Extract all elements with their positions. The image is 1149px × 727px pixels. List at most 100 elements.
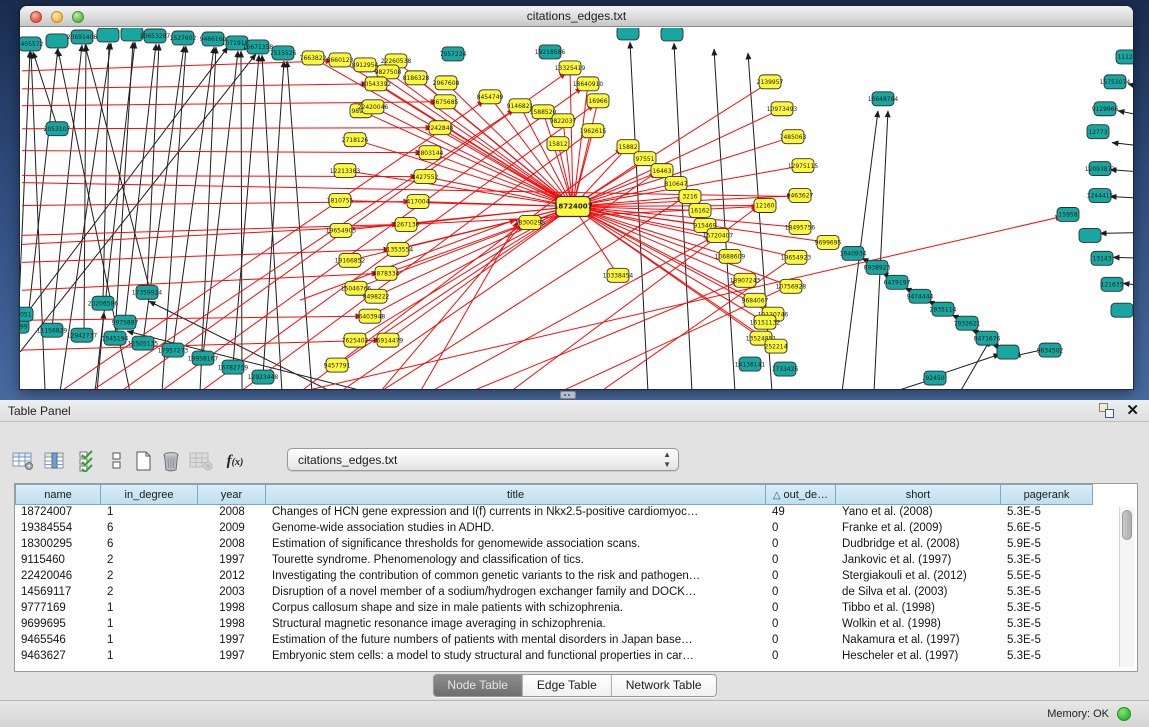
column-header-pagerank[interactable]: pagerank bbox=[1001, 484, 1093, 505]
tab-network-table[interactable]: Network Table bbox=[612, 675, 716, 696]
select-all-rows-icon[interactable] bbox=[74, 448, 100, 474]
graph-node[interactable]: 9822037 bbox=[550, 114, 577, 128]
column-header-out_degree[interactable]: △out_de… bbox=[766, 484, 836, 505]
graph-node[interactable]: 7932621 bbox=[954, 316, 981, 330]
graph-node[interactable]: 97551 bbox=[634, 152, 656, 166]
cell-title[interactable]: Genome-wide association studies in ADHD. bbox=[266, 521, 766, 537]
graph-node[interactable]: 2803144 bbox=[417, 146, 444, 160]
cell-name[interactable]: 22420046 bbox=[15, 569, 101, 585]
graph-node[interactable]: 20691406 bbox=[67, 30, 98, 44]
table-row[interactable]: 2242004622012Investigating the contribut… bbox=[15, 569, 1137, 585]
cell-short[interactable]: Hescheler et al. (1997) bbox=[836, 649, 1001, 665]
graph-node[interactable]: 1962615 bbox=[580, 124, 607, 138]
graph-node[interactable]: 417004 bbox=[407, 195, 430, 209]
graph-node[interactable]: 20206586 bbox=[88, 296, 119, 310]
tab-edge-table[interactable]: Edge Table bbox=[523, 675, 612, 696]
graph-node[interactable]: 10973493 bbox=[767, 102, 798, 116]
graph-node[interactable]: 3267130 bbox=[393, 217, 420, 231]
cell-pagerank[interactable]: 5.9E-5 bbox=[1001, 537, 1093, 553]
column-header-in_degree[interactable]: in_degree bbox=[101, 484, 198, 505]
cell-title[interactable]: Investigating the contribution of common… bbox=[266, 569, 766, 585]
graph-node[interactable]: 15812 bbox=[547, 137, 569, 151]
cell-out_degree[interactable]: 0 bbox=[766, 537, 836, 553]
panel-divider-handle[interactable] bbox=[560, 391, 576, 399]
graph-node[interactable]: 11123 bbox=[1116, 50, 1133, 64]
graph-node[interactable]: 7625402 bbox=[342, 333, 369, 347]
graph-node[interactable]: 9975887 bbox=[112, 315, 139, 329]
graph-node[interactable]: 7663822 bbox=[300, 51, 327, 65]
graph-node[interactable]: 2053107 bbox=[44, 122, 71, 136]
graph-node[interactable]: 16403948 bbox=[355, 309, 386, 323]
graph-node[interactable]: 121635 bbox=[1101, 277, 1124, 291]
graph-node[interactable] bbox=[661, 28, 683, 41]
graph-node[interactable]: 12923448 bbox=[248, 370, 279, 384]
cell-out_degree[interactable]: 49 bbox=[766, 505, 836, 521]
float-panel-icon[interactable] bbox=[1099, 403, 1114, 418]
graph-node[interactable]: 22420046 bbox=[358, 100, 389, 114]
graph-node[interactable]: 8498222 bbox=[363, 289, 390, 303]
graph-node[interactable]: 19654923 bbox=[781, 250, 812, 264]
cell-year[interactable]: 2008 bbox=[198, 505, 266, 521]
graph-node[interactable]: 13325419 bbox=[555, 61, 586, 75]
cell-year[interactable]: 1997 bbox=[198, 649, 266, 665]
cell-name[interactable]: 9777169 bbox=[15, 601, 101, 617]
cell-title[interactable]: Estimation of significance thresholds fo… bbox=[266, 537, 766, 553]
graph-node[interactable]: 12093872 bbox=[1085, 162, 1116, 176]
cell-short[interactable]: Jankovic et al. (1997) bbox=[836, 553, 1001, 569]
graph-node[interactable]: 16914479 bbox=[373, 333, 404, 347]
graph-node[interactable]: 10653287 bbox=[140, 29, 171, 43]
graph-node[interactable]: 9457791 bbox=[324, 358, 351, 372]
graph-node[interactable]: 15751074 bbox=[1100, 75, 1131, 89]
cell-name[interactable]: 9699695 bbox=[15, 617, 101, 633]
cell-year[interactable]: 1997 bbox=[198, 553, 266, 569]
cell-name[interactable]: 9465546 bbox=[15, 633, 101, 649]
graph-node[interactable] bbox=[1111, 303, 1133, 317]
graph-node[interactable]: 16463 bbox=[651, 164, 673, 178]
graph-node[interactable]: 18300295 bbox=[515, 215, 546, 229]
column-header-short[interactable]: short bbox=[836, 484, 1001, 505]
graph-node[interactable]: 9129966 bbox=[1092, 102, 1119, 116]
cell-in_degree[interactable]: 2 bbox=[101, 569, 198, 585]
graph-node[interactable]: 16151132 bbox=[750, 315, 781, 329]
graph-node[interactable] bbox=[617, 28, 639, 40]
graph-node[interactable]: 7957224 bbox=[440, 47, 467, 61]
cell-out_degree[interactable]: 0 bbox=[766, 553, 836, 569]
graph-node[interactable]: 18495756 bbox=[785, 220, 816, 234]
graph-node[interactable]: 12942737 bbox=[67, 328, 98, 342]
cell-out_degree[interactable]: 0 bbox=[766, 633, 836, 649]
graph-node[interactable]: 12773 bbox=[1087, 125, 1109, 139]
cell-in_degree[interactable]: 2 bbox=[101, 553, 198, 569]
cell-pagerank[interactable]: 5.5E-5 bbox=[1001, 569, 1093, 585]
delete-table-icon[interactable] bbox=[188, 448, 214, 474]
cell-short[interactable]: Wolkin et al. (1998) bbox=[836, 617, 1001, 633]
cell-short[interactable]: Nakamura et al. (1997) bbox=[836, 633, 1001, 649]
graph-node[interactable]: 9699695 bbox=[815, 235, 842, 249]
graph-node[interactable]: 10688609 bbox=[715, 249, 746, 263]
cell-in_degree[interactable]: 1 bbox=[101, 601, 198, 617]
table-row[interactable]: 911546021997Tourette syndrome. Phenomeno… bbox=[15, 553, 1137, 569]
cell-in_degree[interactable]: 1 bbox=[101, 617, 198, 633]
cell-name[interactable]: 19384554 bbox=[15, 521, 101, 537]
cell-in_degree[interactable]: 6 bbox=[101, 521, 198, 537]
graph-node[interactable]: 1733426 bbox=[772, 362, 799, 376]
table-row[interactable]: 977716911998Corpus callosum shape and si… bbox=[15, 601, 1137, 617]
cell-in_degree[interactable]: 1 bbox=[101, 649, 198, 665]
graph-node[interactable]: 3675685 bbox=[432, 95, 459, 109]
cell-out_degree[interactable]: 0 bbox=[766, 569, 836, 585]
network-canvas[interactable]: 9405572206914061065328715276029466160107… bbox=[20, 28, 1133, 389]
column-header-year[interactable]: year bbox=[198, 484, 266, 505]
tab-node-table[interactable]: Node Table bbox=[433, 675, 523, 696]
graph-node[interactable]: 19958167 bbox=[188, 351, 219, 365]
graph-node[interactable]: 1640934 bbox=[840, 246, 867, 260]
table-row[interactable]: 1830029562008Estimation of significance … bbox=[15, 537, 1137, 553]
graph-node[interactable]: 8471676 bbox=[974, 331, 1001, 345]
graph-node[interactable]: 2967608 bbox=[433, 76, 460, 90]
cell-pagerank[interactable]: 5.3E-5 bbox=[1001, 585, 1093, 601]
graph-node[interactable]: 8878334 bbox=[373, 266, 400, 280]
graph-node[interactable]: 85051 bbox=[20, 307, 33, 321]
new-table-icon[interactable] bbox=[130, 448, 156, 474]
graph-node[interactable]: 92450 bbox=[924, 371, 946, 385]
graph-node[interactable] bbox=[97, 28, 119, 42]
cell-pagerank[interactable]: 5.3E-5 bbox=[1001, 553, 1093, 569]
graph-node[interactable]: 14136141 bbox=[735, 357, 766, 371]
